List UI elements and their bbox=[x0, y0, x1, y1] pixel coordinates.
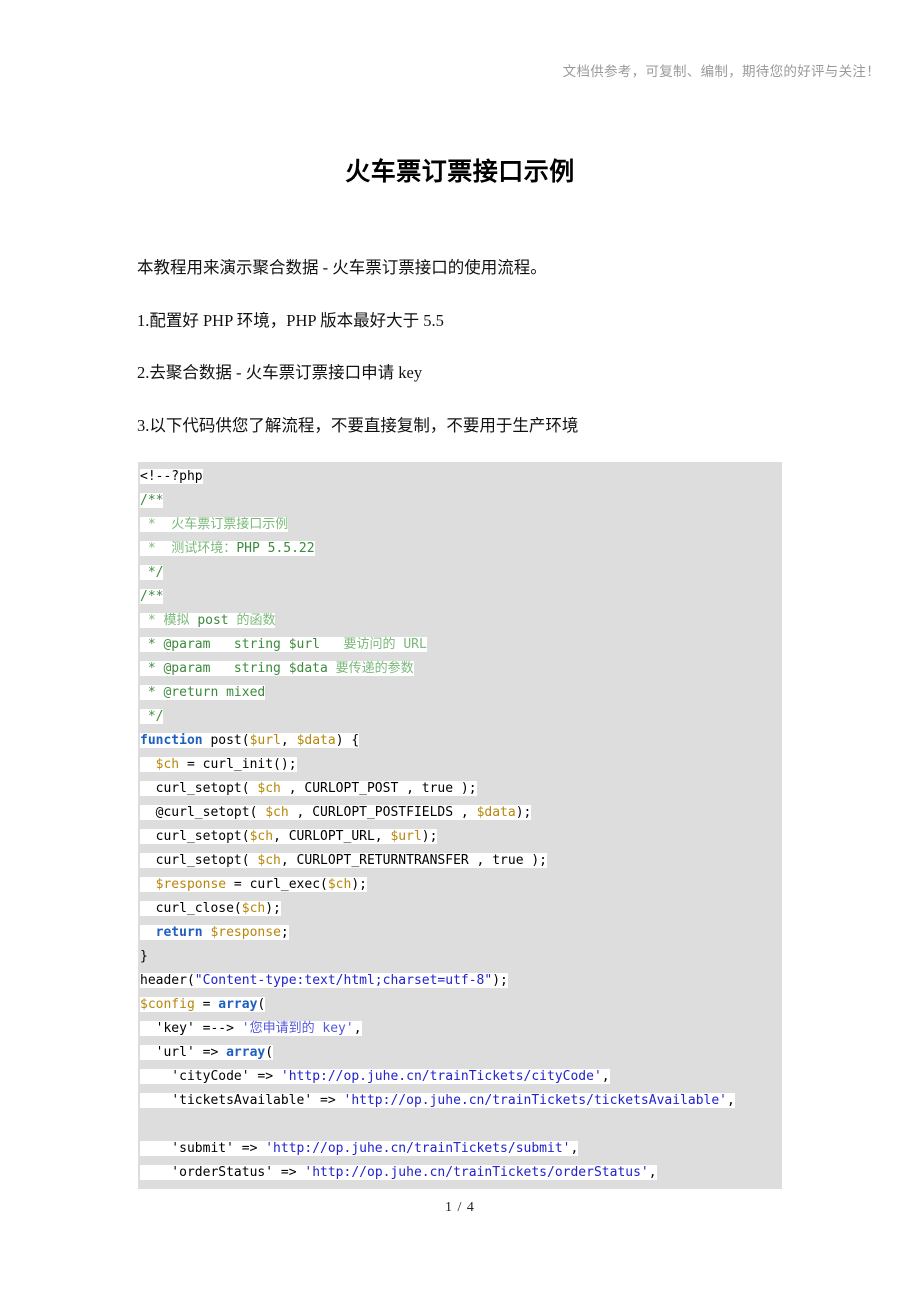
code-line: header("Content-type:text/html;charset=u… bbox=[140, 973, 508, 988]
step-paragraph-2: 2.去聚合数据 - 火车票订票接口申请 key bbox=[137, 363, 423, 383]
code-block-php: <!--?php /** * 火车票订票接口示例 * 测试环境：PHP 5.5.… bbox=[138, 462, 782, 1189]
step-paragraph-1: 1.配置好 PHP 环境，PHP 版本最好大于 5.5 bbox=[137, 310, 444, 330]
code-line: * @param string $data 要传递的参数 bbox=[140, 661, 414, 676]
code-line: curl_setopt( $ch , CURLOPT_POST , true )… bbox=[140, 781, 477, 796]
code-line: $ch = curl_init(); bbox=[138, 753, 782, 777]
intro-paragraph: 本教程用来演示聚合数据 - 火车票订票接口的使用流程。 bbox=[137, 258, 547, 277]
code-line: <!--?php bbox=[140, 469, 203, 484]
code-line: curl_setopt( $ch, CURLOPT_RETURNTRANSFER… bbox=[140, 853, 547, 868]
code-line: return $response; bbox=[138, 921, 782, 945]
code-line: $config = array( bbox=[140, 997, 266, 1012]
code-line: curl_close($ch); bbox=[140, 901, 281, 916]
code-line: * @param string $url 要访问的 URL bbox=[140, 637, 427, 652]
code-line: $response = curl_exec($ch); bbox=[138, 873, 782, 897]
code-line: } bbox=[140, 949, 148, 964]
code-line: 'url' => array( bbox=[140, 1045, 274, 1060]
code-line: * 火车票订票接口示例 bbox=[140, 517, 289, 532]
code-line: */ bbox=[140, 709, 164, 724]
document-header-note: 文档供参考，可复制、编制，期待您的好评与关注！ bbox=[562, 64, 880, 79]
code-line: 'key' =--> '您申请到的 key', bbox=[140, 1021, 362, 1036]
code-line: 'ticketsAvailable' => 'http://op.juhe.cn… bbox=[140, 1093, 735, 1108]
code-line: * 测试环境：PHP 5.5.22 bbox=[140, 541, 315, 556]
code-line: @curl_setopt( $ch , CURLOPT_POSTFIELDS ,… bbox=[140, 805, 532, 820]
code-line: /** bbox=[140, 493, 164, 508]
code-line: */ bbox=[140, 565, 164, 580]
code-line: * 模拟 post 的函数 bbox=[140, 613, 276, 628]
page-title: 火车票订票接口示例 bbox=[345, 158, 575, 186]
document-page: 文档供参考，可复制、编制，期待您的好评与关注！ 火车票订票接口示例 本教程用来演… bbox=[0, 0, 920, 1302]
code-line: 'submit' => 'http://op.juhe.cn/trainTick… bbox=[140, 1141, 579, 1156]
code-line: 'orderStatus' => 'http://op.juhe.cn/trai… bbox=[140, 1165, 657, 1180]
code-line: * @return mixed bbox=[140, 685, 266, 700]
body-content: 本教程用来演示聚合数据 - 火车票订票接口的使用流程。 1.配置好 PHP 环境… bbox=[137, 258, 797, 437]
code-line: curl_setopt($ch, CURLOPT_URL, $url); bbox=[140, 829, 438, 844]
page-number-indicator: 1 / 4 bbox=[445, 1200, 475, 1215]
step-paragraph-3: 3.以下代码供您了解流程，不要直接复制，不要用于生产环境 bbox=[137, 415, 579, 435]
code-line: /** bbox=[140, 589, 164, 604]
code-line: 'cityCode' => 'http://op.juhe.cn/trainTi… bbox=[140, 1069, 610, 1084]
code-line: function post($url, $data) { bbox=[140, 733, 360, 748]
